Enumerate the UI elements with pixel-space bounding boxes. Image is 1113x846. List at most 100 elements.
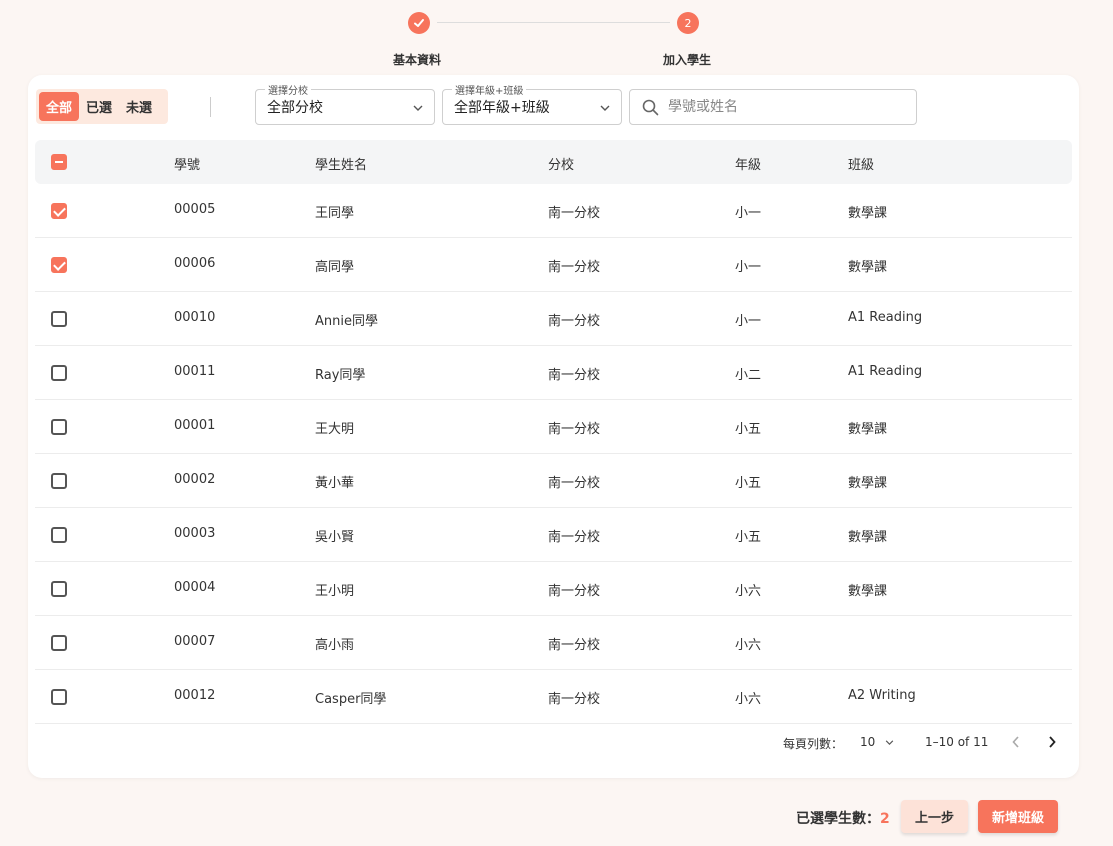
segment-all[interactable]: 全部 — [39, 92, 80, 121]
cell-grade: 小一 — [735, 260, 762, 275]
row-checkbox[interactable] — [51, 527, 67, 543]
table-row[interactable]: 00010 Annie同學 南一分校 小一 A1 Reading — [35, 292, 1072, 346]
rows-per-page-select[interactable]: 10 — [860, 735, 894, 749]
branch-select[interactable]: 選擇分校 全部分校 — [255, 82, 435, 125]
cell-grade: 小五 — [735, 530, 762, 545]
row-checkbox[interactable] — [51, 419, 67, 435]
row-checkbox[interactable] — [51, 635, 67, 651]
selected-count-label: 已選學生數： — [796, 811, 880, 827]
cell-id: 00011 — [174, 364, 216, 379]
cell-grade: 小六 — [735, 638, 762, 653]
segment-selected[interactable]: 已選 — [79, 92, 119, 121]
rows-per-page-value: 10 — [860, 735, 876, 749]
table-body: 00005 王同學 南一分校 小一 數學課 00006 高同學 南一分校 小一 … — [35, 184, 1072, 724]
cell-id: 00002 — [174, 472, 216, 487]
cell-branch: 南一分校 — [548, 530, 601, 545]
table-row[interactable]: 00003 吳小賢 南一分校 小五 數學課 — [35, 508, 1072, 562]
table-row[interactable]: 00005 王同學 南一分校 小一 數學課 — [35, 184, 1072, 238]
table-row[interactable]: 00001 王大明 南一分校 小五 數學課 — [35, 400, 1072, 454]
cell-grade: 小五 — [735, 422, 762, 437]
column-header-class[interactable]: 班級 — [848, 154, 874, 173]
cell-name: Annie同學 — [315, 314, 378, 329]
cell-class: 數學課 — [848, 260, 888, 275]
cell-grade: 小二 — [735, 368, 762, 383]
cell-branch: 南一分校 — [548, 584, 601, 599]
cell-class: 數學課 — [848, 422, 888, 437]
cell-grade: 小六 — [735, 584, 762, 599]
column-header-id[interactable]: 學號 — [174, 154, 200, 173]
column-header-name[interactable]: 學生姓名 — [315, 154, 367, 173]
cell-class: 數學課 — [848, 530, 888, 545]
chevron-down-icon — [600, 101, 610, 114]
cell-id: 00006 — [174, 256, 216, 271]
table-row[interactable]: 00007 高小雨 南一分校 小六 — [35, 616, 1072, 670]
cell-name: 王小明 — [315, 584, 355, 599]
chevron-right-icon — [1049, 736, 1056, 748]
cell-branch: 南一分校 — [548, 260, 601, 275]
row-checkbox[interactable] — [51, 365, 67, 381]
table-row[interactable]: 00004 王小明 南一分校 小六 數學課 — [35, 562, 1072, 616]
previous-page-button[interactable] — [1012, 733, 1020, 752]
rows-per-page-label: 每頁列數： — [783, 737, 844, 751]
table-row[interactable]: 00012 Casper同學 南一分校 小六 A2 Writing — [35, 670, 1072, 724]
row-checkbox[interactable] — [51, 257, 67, 273]
cell-id: 00005 — [174, 202, 216, 217]
cell-branch: 南一分校 — [548, 638, 601, 653]
step2-label: 加入學生 — [663, 53, 712, 67]
cell-class: 數學課 — [848, 206, 888, 221]
stepper: 2 基本資料 加入學生 — [0, 0, 1113, 72]
cell-branch: 南一分校 — [548, 476, 601, 491]
step1-check-icon — [408, 12, 430, 34]
cell-grade: 小六 — [735, 692, 762, 707]
column-header-grade[interactable]: 年級 — [735, 154, 761, 173]
cell-branch: 南一分校 — [548, 314, 601, 329]
select-all-checkbox[interactable] — [51, 154, 67, 170]
selected-count: 已選學生數：2 — [796, 808, 890, 828]
step-connector — [437, 22, 670, 23]
cell-name: 王同學 — [315, 206, 355, 221]
row-checkbox[interactable] — [51, 311, 67, 327]
chevron-left-icon — [1012, 736, 1019, 748]
cell-grade: 小一 — [735, 206, 762, 221]
chevron-down-icon — [413, 101, 423, 114]
cell-class: A1 Reading — [848, 310, 923, 325]
student-selection-card: 全部 已選 未選 選擇分校 全部分校 選擇年級+班級 全部年級+班級 學號 學生… — [28, 75, 1079, 778]
pagination-range: 1–10 of 11 — [925, 735, 989, 749]
segment-unselected[interactable]: 未選 — [119, 92, 159, 121]
table-row[interactable]: 00006 高同學 南一分校 小一 數學課 — [35, 238, 1072, 292]
row-checkbox[interactable] — [51, 473, 67, 489]
cell-branch: 南一分校 — [548, 206, 601, 221]
cell-id: 00001 — [174, 418, 216, 433]
cell-id: 00012 — [174, 688, 216, 703]
search-icon — [642, 99, 659, 115]
branch-select-label: 選擇分校 — [265, 82, 311, 97]
column-header-branch[interactable]: 分校 — [548, 154, 574, 173]
cell-class: 數學課 — [848, 584, 888, 599]
cell-id: 00007 — [174, 634, 216, 649]
table-row[interactable]: 00011 Ray同學 南一分校 小二 A1 Reading — [35, 346, 1072, 400]
search-input[interactable] — [668, 99, 888, 115]
cell-name: Ray同學 — [315, 368, 366, 383]
next-page-button[interactable] — [1048, 733, 1056, 752]
cell-name: 王大明 — [315, 422, 355, 437]
row-checkbox[interactable] — [51, 203, 67, 219]
step1-label: 基本資料 — [393, 53, 442, 67]
search-box — [629, 89, 917, 125]
cell-branch: 南一分校 — [548, 368, 601, 383]
cell-name: 高同學 — [315, 260, 355, 275]
cell-branch: 南一分校 — [548, 422, 601, 437]
create-class-button[interactable]: 新增班級 — [978, 800, 1058, 833]
grade-class-select[interactable]: 選擇年級+班級 全部年級+班級 — [442, 82, 622, 125]
previous-step-button[interactable]: 上一步 — [901, 800, 968, 833]
row-checkbox[interactable] — [51, 689, 67, 705]
cell-name: 黃小華 — [315, 476, 355, 491]
toolbar-divider — [210, 97, 211, 117]
cell-id: 00010 — [174, 310, 216, 325]
row-checkbox[interactable] — [51, 581, 67, 597]
branch-select-value: 全部分校 — [267, 100, 323, 116]
cell-name: 吳小賢 — [315, 530, 355, 545]
table-row[interactable]: 00002 黃小華 南一分校 小五 數學課 — [35, 454, 1072, 508]
cell-id: 00004 — [174, 580, 216, 595]
step2-number: 2 — [677, 12, 699, 34]
grade-class-select-value: 全部年級+班級 — [454, 100, 550, 116]
